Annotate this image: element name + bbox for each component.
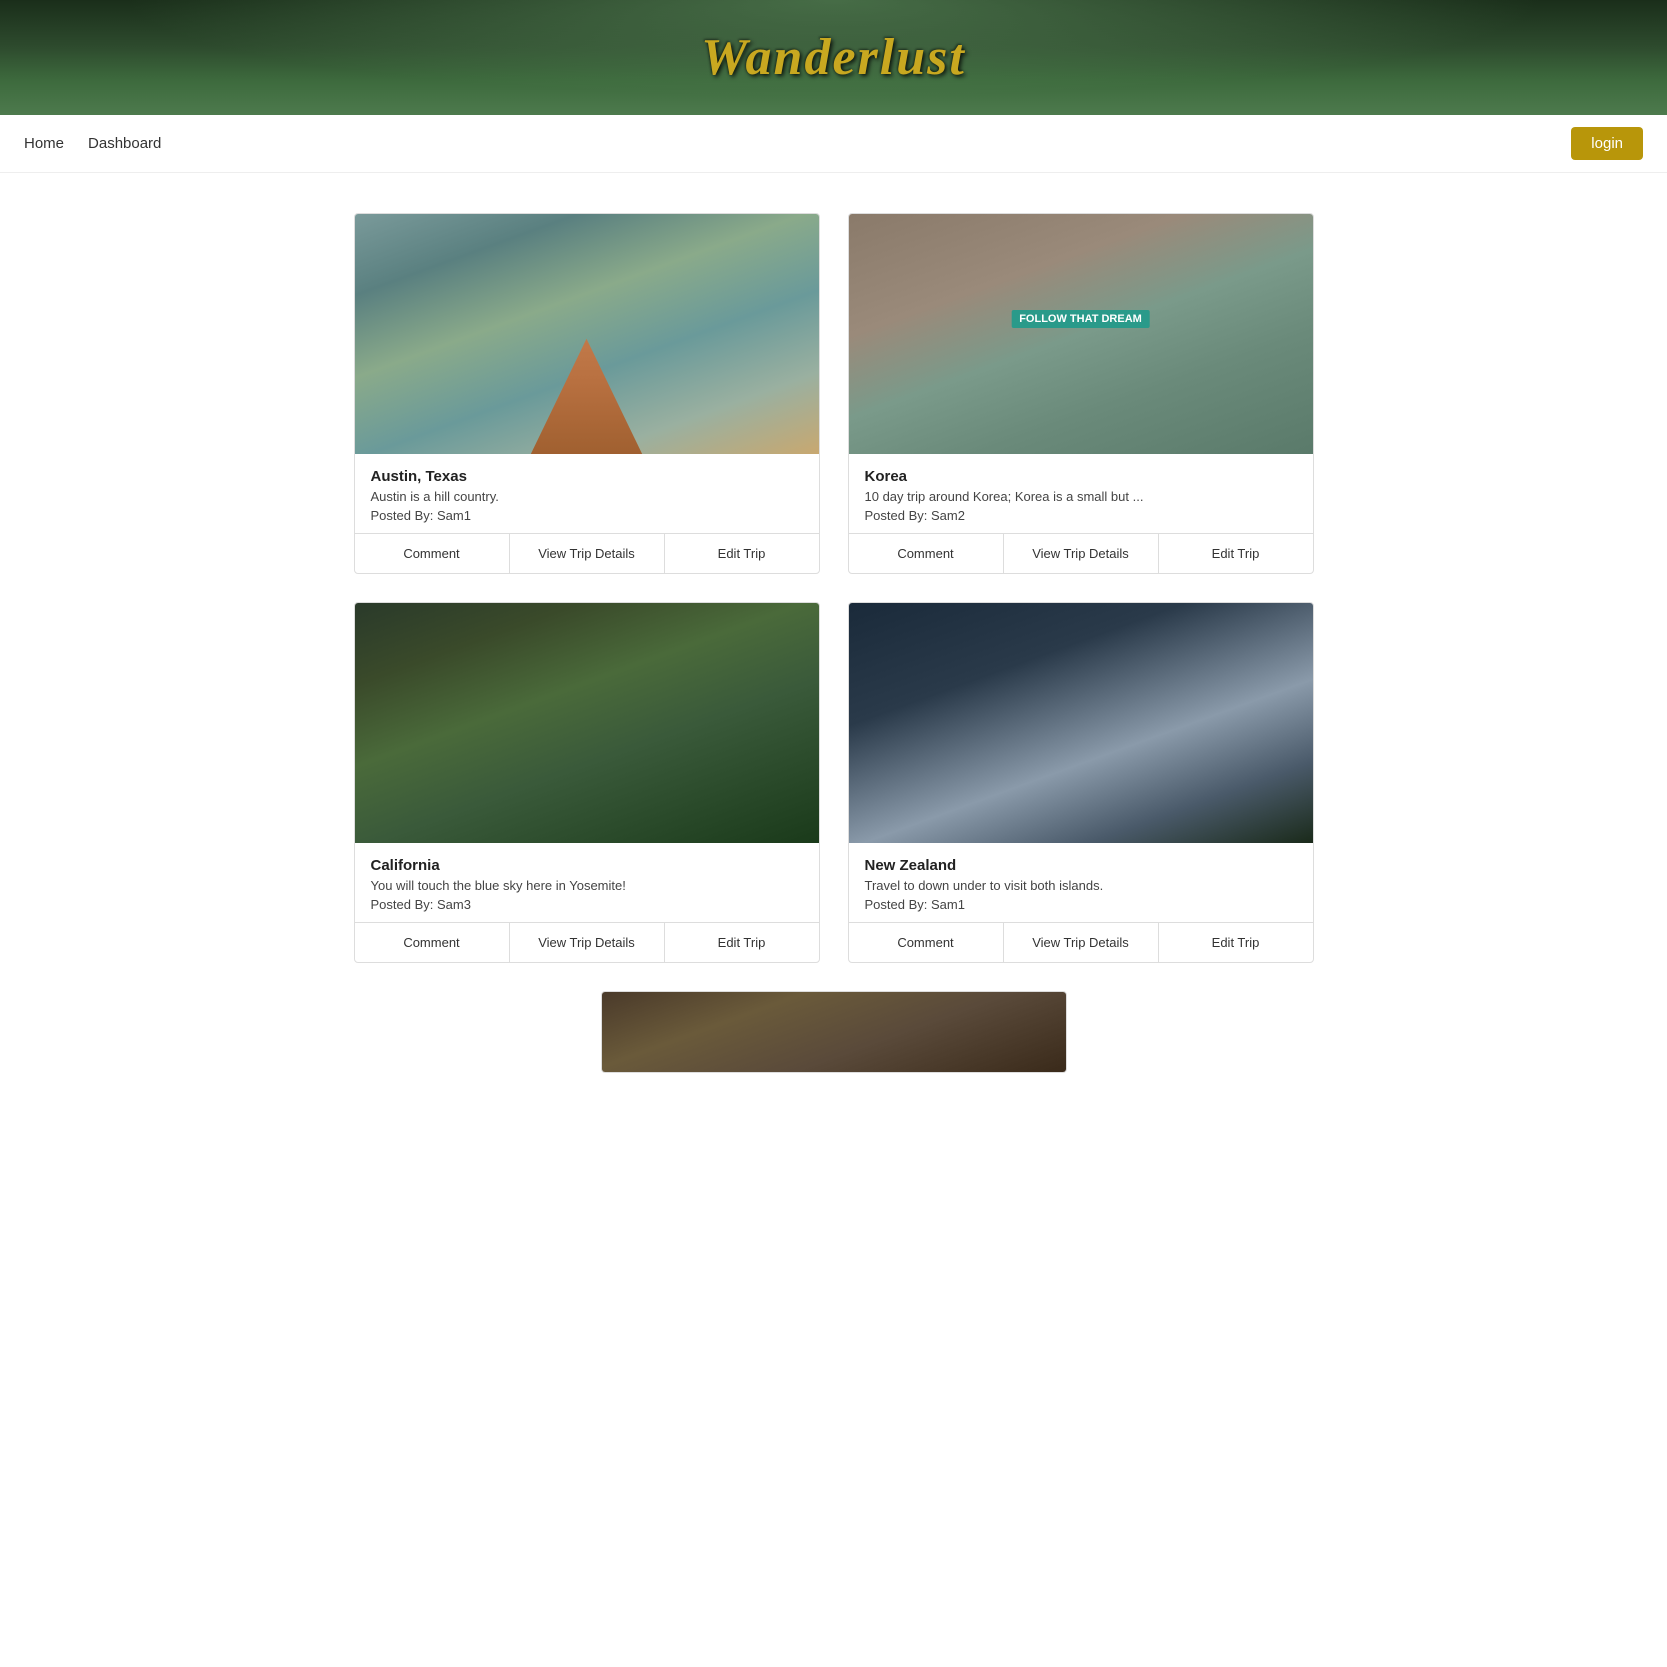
card-title-korea: Korea [865, 468, 1297, 485]
edit-trip-button-korea[interactable]: Edit Trip [1159, 534, 1313, 573]
card-title-austin: Austin, Texas [371, 468, 803, 485]
view-trip-button-korea[interactable]: View Trip Details [1004, 534, 1159, 573]
card-title-newzealand: New Zealand [865, 857, 1297, 874]
trip-image-korea [849, 214, 1313, 454]
trip-image-newzealand [849, 603, 1313, 843]
card-actions-california: Comment View Trip Details Edit Trip [355, 922, 819, 962]
card-actions-korea: Comment View Trip Details Edit Trip [849, 533, 1313, 573]
card-posted-korea: Posted By: Sam2 [865, 508, 1297, 523]
view-trip-button-newzealand[interactable]: View Trip Details [1004, 923, 1159, 962]
bottom-card-image [602, 992, 1066, 1072]
card-desc-austin: Austin is a hill country. [371, 489, 803, 504]
card-desc-california: You will touch the blue sky here in Yose… [371, 878, 803, 893]
login-button[interactable]: login [1571, 127, 1643, 160]
card-info-austin: Austin, Texas Austin is a hill country. … [355, 454, 819, 533]
edit-trip-button-california[interactable]: Edit Trip [665, 923, 819, 962]
card-grid: Austin, Texas Austin is a hill country. … [354, 213, 1314, 963]
card-title-california: California [371, 857, 803, 874]
main-content: Austin, Texas Austin is a hill country. … [334, 173, 1334, 1113]
card-posted-california: Posted By: Sam3 [371, 897, 803, 912]
card-info-california: California You will touch the blue sky h… [355, 843, 819, 922]
edit-trip-button-austin[interactable]: Edit Trip [665, 534, 819, 573]
hero-title: Wanderlust [701, 28, 966, 87]
trip-image-california [355, 603, 819, 843]
card-posted-newzealand: Posted By: Sam1 [865, 897, 1297, 912]
nav-links: Home Dashboard [24, 135, 1571, 152]
nav-dashboard[interactable]: Dashboard [88, 135, 161, 152]
bottom-partial-section [354, 991, 1314, 1073]
edit-trip-button-newzealand[interactable]: Edit Trip [1159, 923, 1313, 962]
hero-banner: Wanderlust [0, 0, 1667, 115]
trip-card-newzealand: New Zealand Travel to down under to visi… [848, 602, 1314, 963]
card-posted-austin: Posted By: Sam1 [371, 508, 803, 523]
comment-button-newzealand[interactable]: Comment [849, 923, 1004, 962]
card-desc-newzealand: Travel to down under to visit both islan… [865, 878, 1297, 893]
trip-card-korea: Korea 10 day trip around Korea; Korea is… [848, 213, 1314, 574]
card-actions-newzealand: Comment View Trip Details Edit Trip [849, 922, 1313, 962]
card-desc-korea: 10 day trip around Korea; Korea is a sma… [865, 489, 1297, 504]
navbar: Home Dashboard login [0, 115, 1667, 173]
comment-button-austin[interactable]: Comment [355, 534, 510, 573]
view-trip-button-california[interactable]: View Trip Details [510, 923, 665, 962]
comment-button-korea[interactable]: Comment [849, 534, 1004, 573]
nav-home[interactable]: Home [24, 135, 64, 152]
bottom-partial-card [601, 991, 1067, 1073]
comment-button-california[interactable]: Comment [355, 923, 510, 962]
card-info-korea: Korea 10 day trip around Korea; Korea is… [849, 454, 1313, 533]
trip-card-california: California You will touch the blue sky h… [354, 602, 820, 963]
trip-card-austin: Austin, Texas Austin is a hill country. … [354, 213, 820, 574]
card-info-newzealand: New Zealand Travel to down under to visi… [849, 843, 1313, 922]
view-trip-button-austin[interactable]: View Trip Details [510, 534, 665, 573]
card-actions-austin: Comment View Trip Details Edit Trip [355, 533, 819, 573]
trip-image-austin [355, 214, 819, 454]
